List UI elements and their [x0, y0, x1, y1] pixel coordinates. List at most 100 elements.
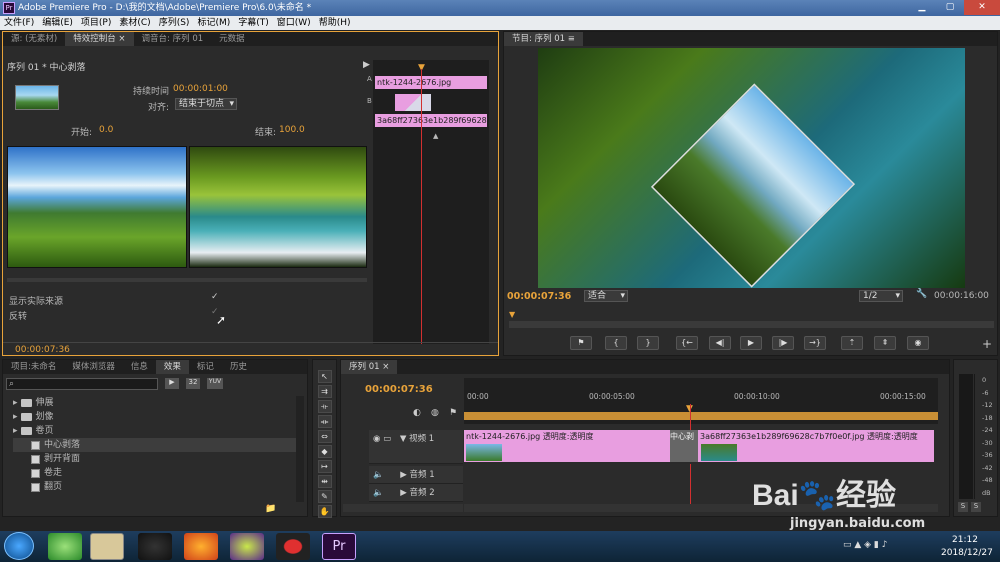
tab-program[interactable]: 节目: 序列 01 ≡: [504, 32, 583, 46]
menu-item[interactable]: 字幕(T): [234, 16, 273, 30]
expand-arrow-icon[interactable]: ▸: [13, 424, 18, 438]
work-area-bar[interactable]: [464, 412, 938, 420]
effect-folder[interactable]: ▸ 卷页: [13, 424, 297, 438]
effects-search-input[interactable]: ⌕: [6, 378, 158, 390]
new-folder-icon[interactable]: 📁: [265, 504, 276, 514]
razor-tool-icon[interactable]: ◆: [317, 445, 332, 458]
hand-tool-icon[interactable]: ✋: [317, 505, 332, 518]
mini-clip-a[interactable]: ntk-1244-2676.jpg: [375, 76, 487, 89]
mini-scrollbar[interactable]: [489, 60, 497, 344]
timeline-zoom-slider[interactable]: [343, 504, 463, 512]
wrench-icon[interactable]: 🔧: [916, 289, 927, 299]
lift-button[interactable]: ⇡: [841, 336, 863, 350]
marker-icon[interactable]: ◍: [431, 408, 439, 418]
step-back-button[interactable]: ◀|: [709, 336, 731, 350]
tab-metadata[interactable]: 元数据: [211, 32, 253, 46]
export-frame-button[interactable]: ◉: [907, 336, 929, 350]
add-marker-button[interactable]: ⚑: [570, 336, 592, 350]
step-forward-button[interactable]: |▶: [772, 336, 794, 350]
tab-project-4[interactable]: 标记: [189, 360, 222, 374]
program-timecode[interactable]: 00:00:07:36: [507, 291, 571, 302]
go-to-in-button[interactable]: {←: [676, 336, 698, 350]
add-marker-icon[interactable]: ⚑: [449, 408, 457, 418]
app-360-icon[interactable]: [48, 533, 82, 560]
fit-dropdown[interactable]: 适合 ▾: [584, 290, 628, 302]
selection-tool-icon[interactable]: ↖: [317, 370, 332, 383]
mini-clip-b[interactable]: 3a68ff27363e1b289f69628c7b7f0e0f.jpg: [375, 114, 487, 127]
expand-arrow-icon[interactable]: ▸: [13, 410, 18, 424]
align-dropdown[interactable]: 结束于切点 ▾: [175, 98, 237, 110]
minimize-button[interactable]: ▁: [908, 0, 936, 15]
qq-icon[interactable]: [138, 533, 172, 560]
preview-scrub-bar[interactable]: [7, 278, 367, 282]
end-value[interactable]: 100.0: [279, 125, 305, 135]
pen-tool-icon[interactable]: ✎: [317, 490, 332, 503]
mark-out-button[interactable]: }: [637, 336, 659, 350]
solo-left-button[interactable]: S: [958, 502, 968, 512]
tab-source[interactable]: 源: (无素材): [3, 32, 65, 46]
tab-project-3[interactable]: 效果: [155, 360, 189, 374]
slip-tool-icon[interactable]: ↦: [317, 460, 332, 473]
go-to-out-button[interactable]: →}: [804, 336, 826, 350]
menu-item[interactable]: 项目(P): [77, 16, 115, 30]
snap-icon[interactable]: ◐: [413, 408, 421, 418]
show-source-checkbox[interactable]: ✓: [211, 292, 219, 302]
video-app-icon[interactable]: [230, 533, 264, 560]
effect-folder[interactable]: ▸ 划像: [13, 410, 297, 424]
clock-date[interactable]: 2018/12/27: [941, 548, 993, 558]
tab-effect-controls[interactable]: 特效控制台 ×: [65, 32, 134, 46]
tray-icons[interactable]: ▭ ▲ ◈ ▮ ♪: [843, 540, 888, 550]
slide-tool-icon[interactable]: ⇹: [317, 475, 332, 488]
menu-item[interactable]: 标记(M): [193, 16, 234, 30]
effect-item[interactable]: 剥开背面: [13, 452, 297, 466]
duration-value[interactable]: 00:00:01:00: [173, 84, 228, 94]
recorder-icon[interactable]: [276, 533, 310, 560]
tab-sequence[interactable]: 序列 01 ×: [341, 360, 398, 374]
tab-project-2[interactable]: 信息: [123, 360, 156, 374]
close-button[interactable]: ✕: [964, 0, 1000, 15]
premiere-taskbar-icon[interactable]: Pr: [322, 533, 356, 560]
32bit-badge[interactable]: 32: [186, 378, 200, 389]
firefox-icon[interactable]: [184, 533, 218, 560]
menu-item[interactable]: 序列(S): [155, 16, 194, 30]
rolling-edit-tool-icon[interactable]: ⟚: [317, 415, 332, 428]
effect-item[interactable]: 翻页: [13, 480, 297, 494]
effects-scrollbar[interactable]: [296, 396, 304, 502]
play-button[interactable]: ▶: [740, 336, 762, 350]
transition-clip[interactable]: 中心剥: [670, 430, 698, 462]
program-playhead-icon[interactable]: ▼: [509, 310, 515, 319]
tab-project-1[interactable]: 媒体浏览器: [64, 360, 123, 374]
clock-time[interactable]: 21:12: [952, 535, 978, 545]
yuv-badge[interactable]: YUV: [207, 378, 223, 389]
effect-folder[interactable]: ▸ 伸展: [13, 396, 297, 410]
menu-item[interactable]: 文件(F): [0, 16, 38, 30]
track-select-tool-icon[interactable]: ⇉: [317, 385, 332, 398]
maximize-button[interactable]: ▢: [936, 0, 964, 15]
quality-dropdown[interactable]: 1/2 ▾: [859, 290, 903, 302]
program-scrub-bar[interactable]: [509, 321, 994, 328]
tab-audio-mixer[interactable]: 调音台: 序列 01: [134, 32, 212, 46]
accelerated-effects-icon[interactable]: ▶: [165, 378, 179, 389]
timeline-timecode[interactable]: 00:00:07:36: [365, 384, 433, 395]
mark-in-button[interactable]: {: [605, 336, 627, 350]
solo-right-button[interactable]: S: [971, 502, 981, 512]
expand-arrow-icon[interactable]: ▶: [363, 60, 370, 70]
time-ruler[interactable]: 00:00 00:00:05:00 00:00:10:00 00:00:15:0…: [464, 378, 938, 424]
ripple-edit-tool-icon[interactable]: ⟛: [317, 400, 332, 413]
menu-item[interactable]: 窗口(W): [273, 16, 315, 30]
effect-timecode[interactable]: 00:00:07:36: [15, 345, 70, 355]
add-button-icon[interactable]: +: [982, 337, 992, 351]
tab-project-0[interactable]: 项目:未命名: [3, 360, 64, 374]
menu-item[interactable]: 帮助(H): [315, 16, 355, 30]
menu-item[interactable]: 编辑(E): [38, 16, 77, 30]
effect-item[interactable]: 中心剥落: [13, 438, 297, 452]
file-explorer-icon[interactable]: [90, 533, 124, 560]
menu-item[interactable]: 素材(C): [115, 16, 154, 30]
rate-stretch-tool-icon[interactable]: ⇔: [317, 430, 332, 443]
effect-item[interactable]: 卷走: [13, 466, 297, 480]
tab-project-5[interactable]: 历史: [222, 360, 255, 374]
start-button[interactable]: [4, 532, 34, 560]
mini-transition-block[interactable]: [395, 94, 431, 111]
start-value[interactable]: 0.0: [99, 125, 113, 135]
extract-button[interactable]: ⇞: [874, 336, 896, 350]
